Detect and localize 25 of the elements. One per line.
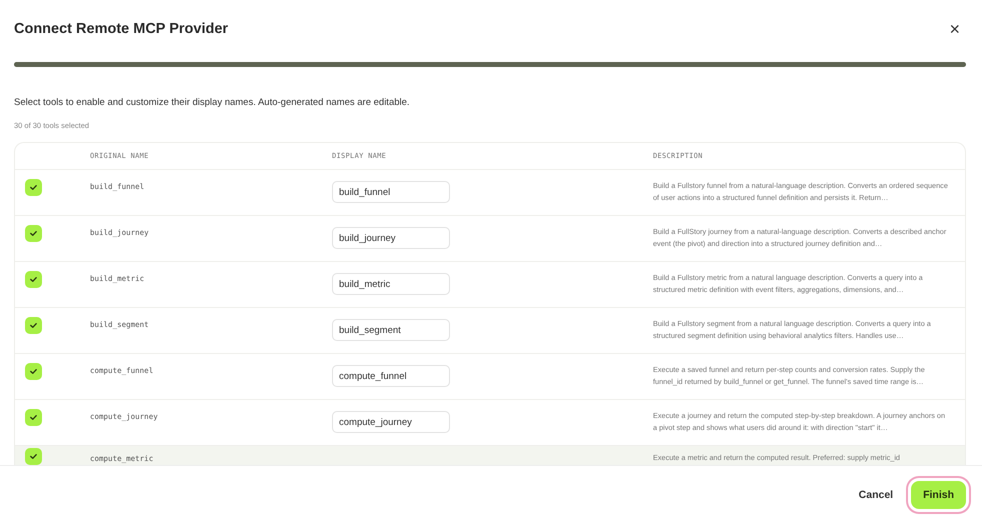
display-name-field[interactable]: build_journey	[332, 227, 450, 249]
cancel-button[interactable]: Cancel	[854, 483, 898, 507]
display-name-field[interactable]: build_segment	[332, 319, 450, 341]
display-name-field[interactable]: build_metric	[332, 273, 450, 295]
close-button[interactable]: ×	[945, 20, 964, 38]
checkbox[interactable]	[25, 271, 42, 288]
instruction-text: Select tools to enable and customize their display names. Auto-generated names are editable.	[14, 97, 411, 108]
display-name-field[interactable]: compute_funnel	[332, 365, 450, 387]
checkbox[interactable]	[25, 317, 42, 334]
checkbox[interactable]	[25, 448, 42, 465]
checkmark-icon	[29, 452, 38, 461]
display-name-field[interactable]: compute_journey	[332, 411, 450, 433]
checkbox[interactable]	[25, 363, 42, 380]
dialog-title: Connect Remote MCP Provider	[14, 21, 228, 37]
display-name-field[interactable]: build_funnel	[332, 181, 450, 203]
checkbox[interactable]	[25, 179, 42, 196]
finish-button[interactable]: Finish	[911, 481, 966, 509]
checkmark-icon	[29, 321, 38, 330]
checkbox[interactable]	[25, 409, 42, 426]
checkmark-icon	[29, 229, 38, 238]
checkmark-icon	[29, 413, 38, 422]
checkmark-icon	[29, 367, 38, 376]
checkmark-icon	[29, 275, 38, 284]
checkmark-icon	[29, 183, 38, 192]
checkbox[interactable]	[25, 225, 42, 242]
